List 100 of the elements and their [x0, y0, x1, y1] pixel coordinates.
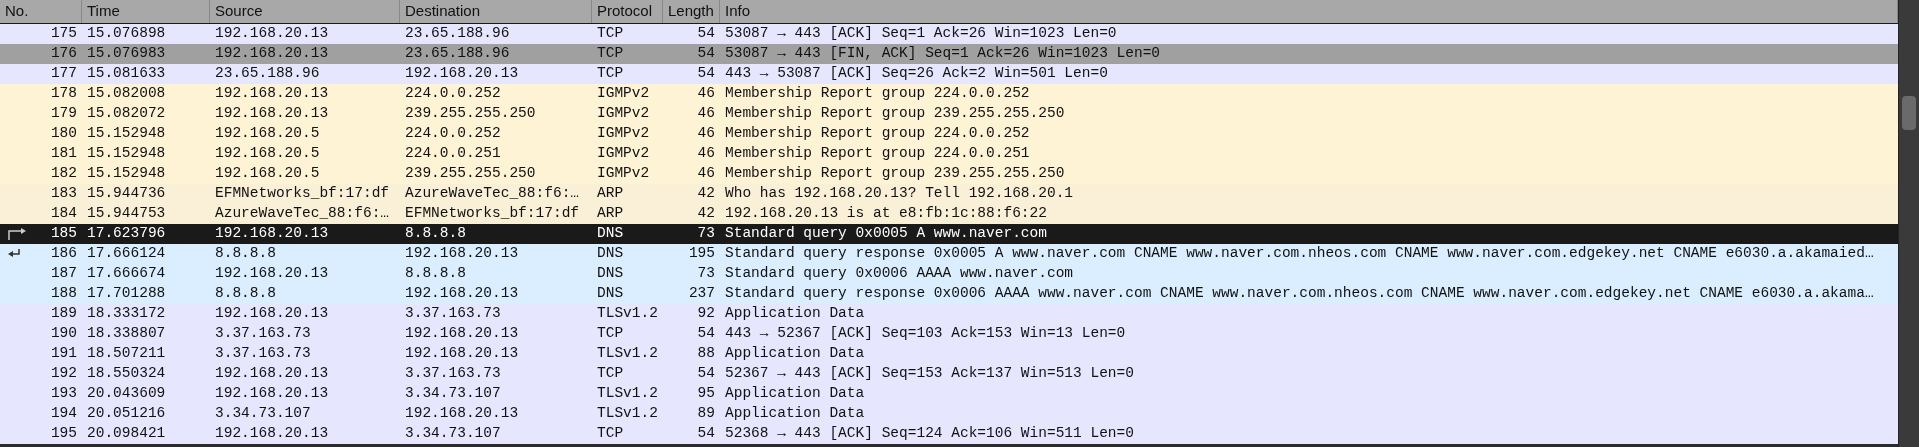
table-cell-text: 237 — [688, 284, 715, 304]
table-cell-text: 192.168.20.13 — [215, 104, 329, 124]
table-cell-text: Application Data — [725, 304, 865, 324]
table-cell-text: 192.168.20.13 — [215, 424, 329, 444]
packet-row[interactable]: 190 18.338807 3.37.163.73 192.168.20.13 TCP 54 443 → 52367 [ACK] Seq=103 Ack=153 Win=13 Len=0 — [0, 324, 1898, 344]
column-header[interactable]: No. — [0, 0, 82, 23]
packet-row[interactable]: 194 20.051216 3.34.73.107 192.168.20.13 TLSv1.2 89 Application Data — [0, 404, 1898, 424]
table-cell-text: AzureWaveTec_88:f6:… — [215, 204, 390, 224]
table-cell-text: Application Data — [725, 344, 865, 364]
table-cell-text: 183 — [50, 184, 77, 204]
table-cell-text: 89 — [697, 404, 715, 424]
table-cell-text: 195 — [50, 424, 77, 444]
table-cell-text: 192.168.20.13 — [405, 404, 519, 424]
table-cell-text: 192.168.20.5 — [215, 144, 320, 164]
packet-row[interactable]: 191 18.507211 3.37.163.73 192.168.20.13 TLSv1.2 88 Application Data — [0, 344, 1898, 364]
table-cell-text: 54 — [697, 64, 715, 84]
table-cell-text: 15.082072 — [87, 104, 166, 124]
table-cell-text: 192.168.20.13 — [405, 284, 519, 304]
table-cell-text: 3.34.73.107 — [405, 424, 501, 444]
table-cell-text: 17.666124 — [87, 244, 166, 264]
table-cell-text: Membership Report group 224.0.0.252 — [725, 84, 1030, 104]
table-cell-text: 443 → 52367 [ACK] Seq=103 Ack=153 Win=13 Len=0 — [725, 324, 1126, 344]
packet-row[interactable]: 180 15.152948 192.168.20.5 224.0.0.252 IGMPv2 46 Membership Report group 224.0.0.252 — [0, 124, 1898, 144]
scrollbar[interactable] — [1898, 0, 1919, 447]
column-header[interactable]: Length — [663, 0, 720, 23]
table-cell-text: 192.168.20.13 — [215, 224, 329, 244]
table-cell-text: 224.0.0.252 — [405, 124, 501, 144]
packet-row[interactable]: 183 15.944736 EFMNetworks_bf:17:df AzureWaveTec_88:f6:… ARP 42 Who has 192.168.20.13? Tell 192.168.20.1 — [0, 184, 1898, 204]
table-cell-text: 15.152948 — [87, 164, 166, 184]
table-cell-text: 181 — [50, 144, 77, 164]
table-cell-text: 188 — [50, 284, 77, 304]
packet-row[interactable]: 176 15.076983 192.168.20.13 23.65.188.96 TCP 54 53087 → 443 [FIN, ACK] Seq=1 Ack=26 Win=1023 Len=0 — [0, 44, 1898, 64]
table-cell-text: IGMPv2 — [597, 144, 650, 164]
table-cell-text: 192.168.20.13 — [215, 384, 329, 404]
packet-row[interactable]: 181 15.152948 192.168.20.5 224.0.0.251 IGMPv2 46 Membership Report group 224.0.0.251 — [0, 144, 1898, 164]
table-cell-text: 15.081633 — [87, 64, 166, 84]
table-cell-text: 180 — [50, 124, 77, 144]
table-cell-text: 73 — [697, 264, 715, 284]
table-cell-text: TCP — [597, 64, 624, 84]
table-cell-text: 53087 → 443 [ACK] Seq=1 Ack=26 Win=1023 Len=0 — [725, 24, 1117, 44]
table-cell-text: 186 — [50, 244, 77, 264]
column-header[interactable]: Protocol — [592, 0, 663, 23]
packet-row[interactable]: 178 15.082008 192.168.20.13 224.0.0.252 IGMPv2 46 Membership Report group 224.0.0.252 — [0, 84, 1898, 104]
table-cell-text: 239.255.255.250 — [405, 164, 536, 184]
table-cell-text: 3.34.73.107 — [405, 384, 501, 404]
packet-row[interactable]: 188 17.701288 8.8.8.8 192.168.20.13 DNS 237 Standard query response 0x0006 AAAA www.naver.com CNAME www.naver.com.nheos.com CNAME www.naver.com.edgekey.net CNAME e6030.a.akama… — [0, 284, 1898, 304]
table-cell-text: 54 — [697, 44, 715, 64]
table-cell-text: TCP — [597, 324, 624, 344]
table-cell-text: 17.623796 — [87, 224, 166, 244]
packet-row[interactable]: 184 15.944753 AzureWaveTec_88:f6:… EFMNetworks_bf:17:df ARP 42 192.168.20.13 is at e8:fb:1c:88:f6:22 — [0, 204, 1898, 224]
column-header[interactable]: Time — [82, 0, 210, 23]
packet-row[interactable]: 193 20.043609 192.168.20.13 3.34.73.107 TLSv1.2 95 Application Data — [0, 384, 1898, 404]
table-cell-text: 15.944736 — [87, 184, 166, 204]
packet-row[interactable]: 192 18.550324 192.168.20.13 3.37.163.73 TCP 54 52367 → 443 [ACK] Seq=153 Ack=137 Win=513 Len=0 — [0, 364, 1898, 384]
table-cell-text: 192.168.20.13 — [405, 244, 519, 264]
table-cell-text: 46 — [697, 144, 715, 164]
table-cell-text: Application Data — [725, 384, 865, 404]
table-cell-text: 53087 → 443 [FIN, ACK] Seq=1 Ack=26 Win=1023 Len=0 — [725, 44, 1161, 64]
table-cell-text: 18.550324 — [87, 364, 166, 384]
table-cell-text: IGMPv2 — [597, 164, 650, 184]
packet-row[interactable]: 187 17.666674 192.168.20.13 8.8.8.8 DNS 73 Standard query 0x0006 AAAA www.naver.com — [0, 264, 1898, 284]
table-cell-text: 192.168.20.13 — [215, 44, 329, 64]
packet-row[interactable]: 189 18.333172 192.168.20.13 3.37.163.73 TLSv1.2 92 Application Data — [0, 304, 1898, 324]
table-cell-text: 8.8.8.8 — [405, 264, 466, 284]
table-cell-text: DNS — [597, 264, 624, 284]
table-cell-text: Membership Report group 239.255.255.250 — [725, 164, 1065, 184]
packet-row[interactable]: 177 15.081633 23.65.188.96 192.168.20.13 TCP 54 443 → 53087 [ACK] Seq=26 Ack=2 Win=501 Len=0 — [0, 64, 1898, 84]
table-cell-text: 15.152948 — [87, 144, 166, 164]
table-cell-text: 192.168.20.5 — [215, 124, 320, 144]
table-cell-text: TCP — [597, 364, 624, 384]
packet-row[interactable]: 179 15.082072 192.168.20.13 239.255.255.250 IGMPv2 46 Membership Report group 239.255.255.250 — [0, 104, 1898, 124]
packet-row[interactable]: 186 17.666124 8.8.8.8 192.168.20.13 DNS 195 Standard query response 0x0005 A www.naver.com CNAME www.naver.com.nheos.com CNAME www.naver.com.edgekey.net CNAME e6030.a.akamaied… — [0, 244, 1898, 264]
scrollbar-thumb[interactable] — [1902, 96, 1916, 130]
table-cell-text: IGMPv2 — [597, 104, 650, 124]
table-cell-text: 192.168.20.13 — [405, 344, 519, 364]
table-cell-text: Who has 192.168.20.13? Tell 192.168.20.1 — [725, 184, 1074, 204]
packet-row[interactable]: 182 15.152948 192.168.20.5 239.255.255.250 IGMPv2 46 Membership Report group 239.255.255.250 — [0, 164, 1898, 184]
packet-row[interactable]: 195 20.098421 192.168.20.13 3.34.73.107 TCP 54 52368 → 443 [ACK] Seq=124 Ack=106 Win=511 Len=0 — [0, 424, 1898, 444]
table-cell-text: EFMNetworks_bf:17:df — [215, 184, 390, 204]
column-header[interactable]: Destination — [400, 0, 592, 23]
column-header[interactable]: Source — [210, 0, 400, 23]
table-cell-text: 15.152948 — [87, 124, 166, 144]
response-arrow-icon — [8, 249, 20, 259]
table-cell-text: 8.8.8.8 — [215, 244, 276, 264]
table-cell-text: 192.168.20.13 is at e8:fb:1c:88:f6:22 — [725, 204, 1047, 224]
table-cell-text: Standard query response 0x0005 A www.naver.com CNAME www.naver.com.nheos.com CNAME www.naver.com.edgekey.net CNAME e6030.a.akamaied… — [725, 244, 1874, 264]
table-cell-text: 54 — [697, 324, 715, 344]
table-cell-text: Standard query 0x0005 A www.naver.com — [725, 224, 1047, 244]
table-cell-text: 192.168.20.13 — [405, 64, 519, 84]
table-cell-text: 15.944753 — [87, 204, 166, 224]
table-cell-text: 192.168.20.13 — [215, 304, 329, 324]
table-cell-text: TCP — [597, 44, 624, 64]
table-cell-text: 88 — [697, 344, 715, 364]
table-cell-text: 3.37.163.73 — [215, 344, 311, 364]
table-cell-text: 46 — [697, 164, 715, 184]
packet-row[interactable]: 175 15.076898 192.168.20.13 23.65.188.96 TCP 54 53087 → 443 [ACK] Seq=1 Ack=26 Win=1023 Len=0 — [0, 24, 1898, 44]
table-cell-text: 15.076983 — [87, 44, 166, 64]
table-cell-text: 193 — [50, 384, 77, 404]
packet-row[interactable]: 185 17.623796 192.168.20.13 8.8.8.8 DNS 73 Standard query 0x0005 A www.naver.com — [0, 224, 1898, 244]
table-cell-text: 224.0.0.251 — [405, 144, 501, 164]
